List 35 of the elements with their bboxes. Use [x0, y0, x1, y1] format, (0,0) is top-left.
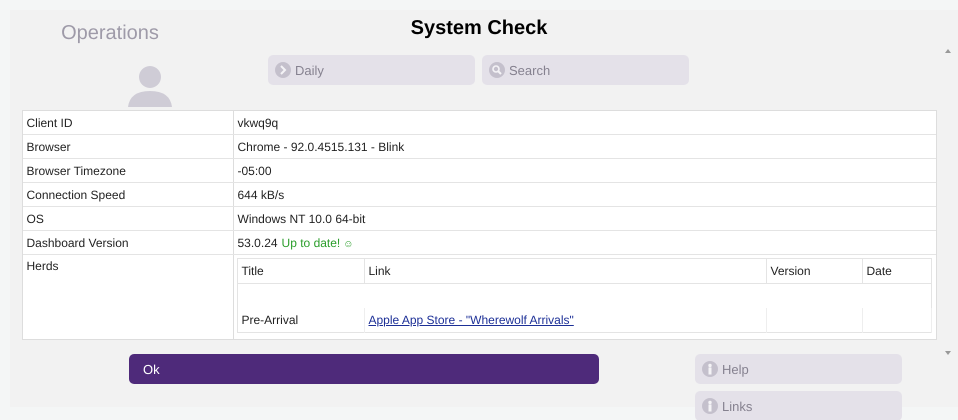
nav-button[interactable]: Search [482, 55, 689, 85]
table-cell: Connection Speed [22, 182, 233, 206]
table-cell: 644 kB/s [238, 188, 284, 202]
table-cell: vkwq9q [238, 116, 278, 130]
table-cell: Browser [22, 134, 233, 158]
smiley-icon: ☺ [343, 238, 354, 250]
table-cell: Client ID [22, 111, 233, 134]
table-cell: OS [22, 206, 233, 230]
column-header: Link [364, 258, 766, 284]
table-cell: 53.0.24 [238, 236, 278, 250]
search-icon [489, 62, 505, 78]
table-cell: Herds [22, 254, 233, 339]
info-icon [702, 398, 718, 414]
scroll-down-icon[interactable] [944, 350, 952, 356]
table-cell: Pre-Arrival [242, 313, 298, 327]
chevron-circle-icon [275, 62, 291, 78]
nav-button[interactable]: Help [695, 354, 902, 384]
ok-button[interactable]: Ok [129, 354, 599, 384]
column-header: Version [766, 258, 862, 284]
nav-button[interactable]: Daily [268, 55, 475, 85]
table-cell: Chrome - 92.0.4515.131 - Blink [238, 140, 404, 154]
status-text: Up to date! [282, 236, 340, 250]
table-cell: Dashboard Version [22, 230, 233, 254]
table-cell: Browser Timezone [22, 158, 233, 182]
dialog-title: System Check [410, 17, 548, 40]
nav-button[interactable]: Links [695, 391, 902, 420]
app-store-link[interactable]: Apple App Store - "Wherewolf Arrivals" [368, 313, 574, 327]
table-cell: -05:00 [238, 164, 272, 178]
column-header: Date [862, 258, 931, 284]
info-icon [702, 361, 718, 377]
column-header: Title [237, 258, 364, 284]
user-silhouette-icon [126, 65, 174, 107]
table-cell: Windows NT 10.0 64-bit [238, 212, 366, 226]
page-heading: Operations [61, 22, 159, 45]
scroll-up-icon[interactable] [944, 48, 952, 54]
